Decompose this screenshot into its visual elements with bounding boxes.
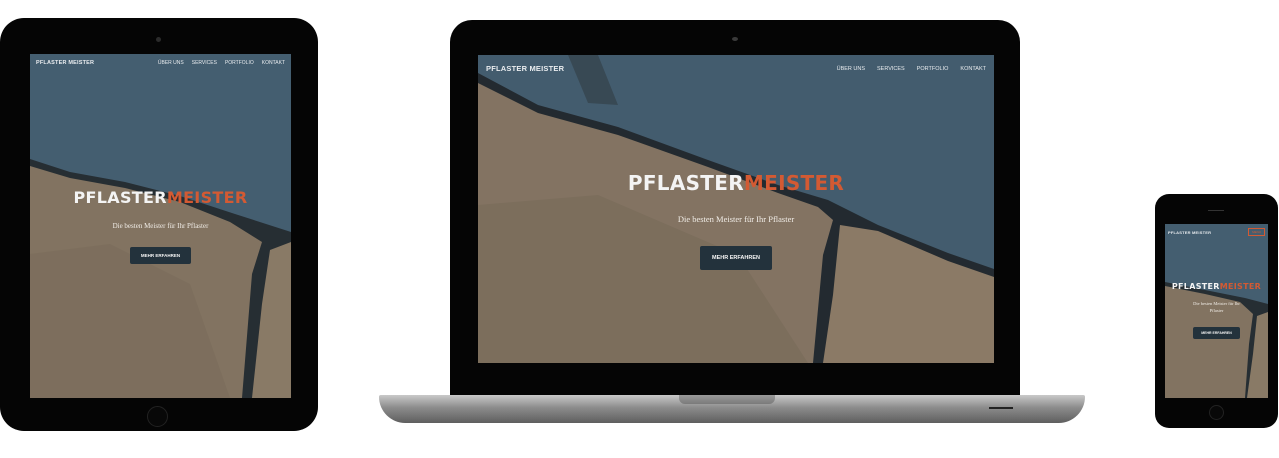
nav-menu: ÜBER UNS SERVICES PORTFOLIO KONTAKT (837, 66, 986, 72)
hero-title: PFLASTERMEISTER (73, 188, 248, 207)
nav-item-services[interactable]: SERVICES (877, 66, 905, 72)
hero-section: PFLASTERMEISTER Die besten Meister für I… (30, 188, 291, 264)
nav-item-ueber-uns[interactable]: ÜBER UNS (837, 66, 865, 72)
hero-section: PFLASTERMEISTER Die besten Meister für I… (478, 171, 994, 270)
nav-item-kontakt[interactable]: KONTAKT (960, 66, 986, 72)
brand-logo[interactable]: PFLASTER MEISTER (36, 60, 94, 66)
laptop-opening-notch (679, 395, 775, 404)
laptop-screen: PFLASTER MEISTER ÜBER UNS SERVICES PORTF… (478, 55, 994, 363)
phone-screen: PFLASTER MEISTER MENU PFLASTERMEISTER Di… (1165, 224, 1268, 398)
cta-button[interactable]: MEHR ERFAHREN (129, 247, 192, 264)
cta-button[interactable]: MEHR ERFAHREN (700, 246, 772, 270)
hero-subtitle: Die besten Meister für Ihr Pflaster (112, 222, 209, 230)
tablet-device: PFLASTER MEISTER ÜBER UNS SERVICES PORTF… (0, 18, 318, 431)
menu-toggle-button[interactable]: MENU (1248, 228, 1265, 236)
phone-device: PFLASTER MEISTER MENU PFLASTERMEISTER Di… (1155, 194, 1278, 428)
nav-item-services[interactable]: SERVICES (192, 60, 217, 66)
laptop-base (379, 395, 1085, 423)
tablet-screen: PFLASTER MEISTER ÜBER UNS SERVICES PORTF… (30, 54, 291, 398)
nav-item-portfolio[interactable]: PORTFOLIO (225, 60, 254, 66)
hero-subtitle: Die besten Meister für Ihr Pflaster (1193, 301, 1240, 313)
phone-speaker-icon (1208, 210, 1224, 211)
hero-title: PFLASTERMEISTER (1171, 282, 1262, 291)
laptop-navbar: PFLASTER MEISTER ÜBER UNS SERVICES PORTF… (478, 55, 994, 82)
nav-menu: ÜBER UNS SERVICES PORTFOLIO KONTAKT (158, 60, 285, 66)
laptop-lid: PFLASTER MEISTER ÜBER UNS SERVICES PORTF… (450, 20, 1020, 396)
tablet-home-button-icon[interactable] (147, 406, 168, 427)
nav-item-portfolio[interactable]: PORTFOLIO (917, 66, 949, 72)
phone-home-button-icon[interactable] (1209, 405, 1224, 420)
laptop-camera-icon (732, 37, 738, 41)
nav-item-kontakt[interactable]: KONTAKT (262, 60, 285, 66)
phone-navbar: PFLASTER MEISTER MENU (1165, 224, 1268, 240)
brand-logo[interactable]: PFLASTER MEISTER (1168, 230, 1211, 235)
brand-logo[interactable]: PFLASTER MEISTER (486, 64, 564, 73)
nav-item-ueber-uns[interactable]: ÜBER UNS (158, 60, 184, 66)
laptop-indicator-light (989, 407, 1013, 409)
tablet-navbar: PFLASTER MEISTER ÜBER UNS SERVICES PORTF… (30, 54, 291, 72)
hero-section: PFLASTERMEISTER Die besten Meister für I… (1165, 282, 1268, 339)
tablet-camera-icon (156, 37, 161, 42)
cta-button[interactable]: MEHR ERFAHREN (1193, 326, 1240, 339)
hero-subtitle: Die besten Meister für Ihr Pflaster (677, 214, 795, 224)
hero-title: PFLASTERMEISTER (627, 171, 845, 195)
